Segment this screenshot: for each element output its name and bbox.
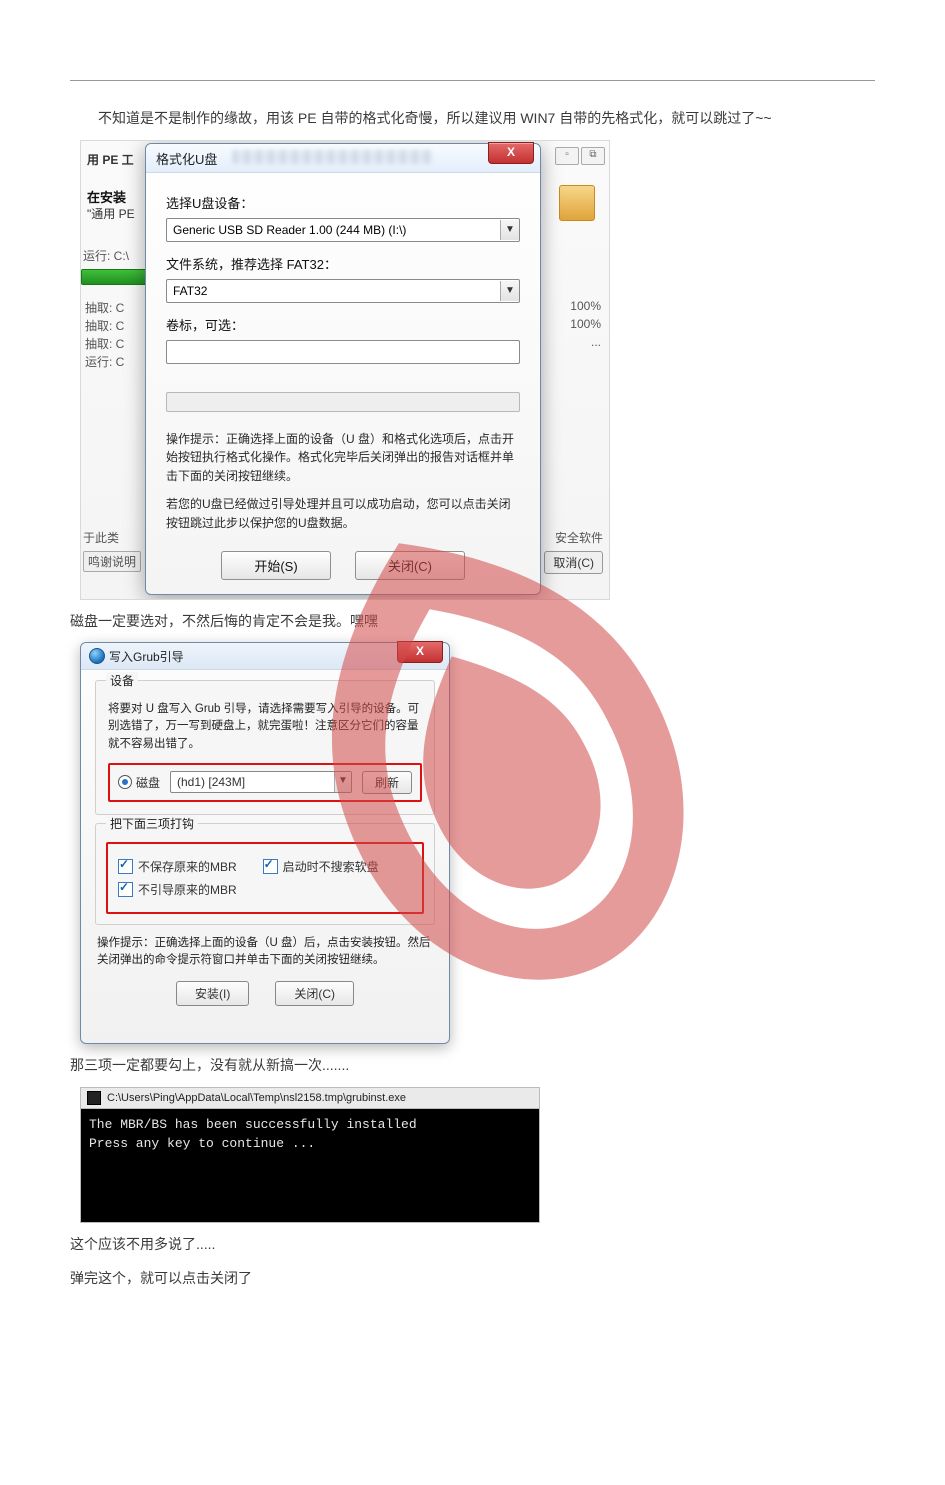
chevron-down-icon[interactable]: ▼ [334, 772, 351, 792]
paragraph-3: 那三项一定都要勾上，没有就从新搞一次....... [70, 1052, 875, 1079]
checkbox-icon [263, 859, 278, 874]
grub-titlebar[interactable]: 写入Grub引导 X [81, 643, 449, 670]
checkbox-label: 启动时不搜索软盘 [283, 858, 379, 875]
titlebar-blur [232, 150, 432, 164]
chevron-down-icon[interactable]: ▼ [500, 281, 519, 301]
top-rule [70, 80, 875, 81]
screenshot-format-usb: ▫ ⧉ 用 PE 工 在安装 "通用 PE 运行: C:\ 抽取: C 抽取: … [80, 140, 610, 600]
bg-percent: ... [591, 335, 601, 349]
device-legend: 设备 [106, 672, 138, 689]
start-button[interactable]: 开始(S) [221, 551, 331, 580]
console-line: The MBR/BS has been successfully install… [89, 1115, 531, 1135]
chevron-down-icon[interactable]: ▼ [500, 220, 519, 240]
bg-package-icon [559, 185, 595, 221]
bg-extract-line: 运行: C [85, 353, 124, 370]
label-filesystem: 文件系统，推荐选择 FAT32： [166, 254, 520, 273]
grub-hint-text: 操作提示：正确选择上面的设备（U 盘）后，点击安装按钮。然后关闭弹出的命令提示符… [97, 935, 433, 970]
format-usb-dialog: 格式化U盘 X 选择U盘设备： Generic USB SD Reader 1.… [145, 143, 541, 595]
bg-restore-icon[interactable]: ▫ [555, 147, 579, 165]
format-progress-bar [166, 392, 520, 412]
bg-cancel-button[interactable]: 取消(C) [544, 551, 603, 574]
console-path: C:\Users\Ping\AppData\Local\Temp\nsl2158… [107, 1092, 406, 1104]
bg-title: 用 PE 工 [87, 151, 134, 168]
disk-radio-label: 磁盘 [136, 774, 160, 791]
checkbox-highlight-box: 不保存原来的MBR 启动时不搜索软盘 不引导原来的MBR [106, 842, 424, 914]
bg-percent: 100% [570, 317, 601, 331]
volume-label-input[interactable] [166, 340, 520, 364]
bg-right-text: 安全软件 [555, 529, 603, 546]
bg-progress-bar [81, 269, 149, 285]
dialog-title: 格式化U盘 [156, 149, 217, 168]
app-icon [89, 648, 105, 664]
device-help-text: 将要对 U 盘写入 Grub 引导，请选择需要写入引导的设备。可别选错了，万一写… [108, 701, 422, 753]
device-highlight-box: 磁盘 (hd1) [243M] ▼ 刷新 [108, 763, 422, 802]
cmd-icon [87, 1091, 101, 1105]
device-value: Generic USB SD Reader 1.00 (244 MB) (I:\… [167, 223, 500, 237]
checkbox-icon [118, 859, 133, 874]
close-button[interactable]: 关闭(C) [355, 551, 465, 580]
label-select-device: 选择U盘设备： [166, 193, 520, 212]
console-line: Press any key to continue ... [89, 1134, 531, 1154]
checkbox-label: 不引导原来的MBR [138, 881, 237, 898]
bg-sub2: "通用 PE [87, 205, 135, 222]
hint-text-2: 若您的U盘已经做过引导处理并且可以成功启动，您可以点击关闭按钮跳过此步以保护您的… [166, 495, 520, 532]
bg-max-icon[interactable]: ⧉ [581, 147, 605, 165]
paragraph-5: 弹完这个，就可以点击关闭了 [70, 1265, 875, 1292]
install-button[interactable]: 安装(I) [176, 981, 249, 1006]
checkbox-icon [118, 882, 133, 897]
checkbox-label: 不保存原来的MBR [138, 858, 237, 875]
grub-close-button[interactable]: 关闭(C) [275, 981, 354, 1006]
checkbox-groupbox: 把下面三项打钩 不保存原来的MBR 启动时不搜索软盘 [95, 823, 435, 925]
refresh-button[interactable]: 刷新 [362, 771, 412, 794]
checkbox-legend: 把下面三项打钩 [106, 815, 198, 832]
close-icon[interactable]: X [397, 641, 443, 663]
bg-window-buttons: ▫ ⧉ [555, 147, 605, 165]
disk-dropdown[interactable]: (hd1) [243M] ▼ [170, 771, 352, 793]
paragraph-1: 不知道是不是制作的缘故，用该 PE 自带的格式化奇慢，所以建议用 WIN7 自带… [70, 105, 875, 132]
disk-value: (hd1) [243M] [171, 772, 334, 792]
dialog-titlebar[interactable]: 格式化U盘 X [146, 144, 540, 173]
hint-text-1: 操作提示：正确选择上面的设备（U 盘）和格式化选项后，点击开始按钮执行格式化操作… [166, 430, 520, 486]
bg-percent: 100% [570, 299, 601, 313]
screenshot-console: C:\Users\Ping\AppData\Local\Temp\nsl2158… [80, 1087, 540, 1223]
screenshot-grub-dialog: 写入Grub引导 X 设备 将要对 U 盘写入 Grub 引导，请选择需要写入引… [80, 642, 450, 1044]
console-body: The MBR/BS has been successfully install… [80, 1108, 540, 1223]
checkbox-no-boot-prev-mbr[interactable]: 不引导原来的MBR [118, 881, 237, 898]
filesystem-dropdown[interactable]: FAT32 ▼ [166, 279, 520, 303]
checkbox-no-floppy-search[interactable]: 启动时不搜索软盘 [263, 858, 379, 875]
bg-run-line: 运行: C:\ [83, 247, 129, 264]
paragraph-4: 这个应该不用多说了..... [70, 1231, 875, 1258]
bg-about: 于此类 [83, 529, 119, 546]
paragraph-2: 磁盘一定要选对，不然后悔的肯定不会是我。嘿嘿 [70, 608, 875, 635]
bg-extract-line: 抽取: C [85, 317, 124, 334]
bg-sub1: 在安装 [87, 187, 126, 206]
checkbox-no-save-mbr[interactable]: 不保存原来的MBR [118, 858, 237, 875]
bg-extract-line: 抽取: C [85, 335, 124, 352]
bg-thank-button[interactable]: 鸣谢说明 [83, 551, 141, 572]
disk-radio[interactable]: 磁盘 [118, 774, 160, 791]
device-groupbox: 设备 将要对 U 盘写入 Grub 引导，请选择需要写入引导的设备。可别选错了，… [95, 680, 435, 815]
console-titlebar[interactable]: C:\Users\Ping\AppData\Local\Temp\nsl2158… [80, 1087, 540, 1108]
device-dropdown[interactable]: Generic USB SD Reader 1.00 (244 MB) (I:\… [166, 218, 520, 242]
label-volume: 卷标，可选： [166, 315, 520, 334]
bg-extract-line: 抽取: C [85, 299, 124, 316]
close-icon[interactable]: X [488, 142, 534, 164]
grub-title: 写入Grub引导 [109, 648, 184, 665]
filesystem-value: FAT32 [167, 284, 500, 298]
